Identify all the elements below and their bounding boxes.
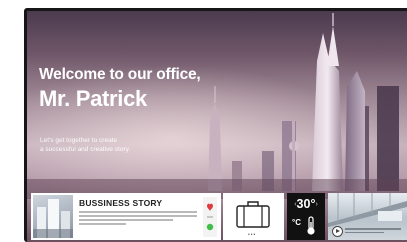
- welcome-headline: Welcome to our office, Mr. Patrick: [39, 66, 201, 112]
- weather-card[interactable]: ‹30°› °C: [287, 193, 325, 240]
- promo-video-card[interactable]: [328, 193, 407, 240]
- subtitle-line-2: a successful and creative story.: [40, 146, 131, 153]
- welcome-subtitle: Let's get together to create a successfu…: [40, 136, 130, 154]
- temperature-display: ‹30°›: [287, 197, 325, 211]
- welcome-greeting: Welcome to our office,: [39, 66, 201, 83]
- thermometer-icon: [307, 216, 315, 235]
- subtitle-line-1: Let's get together to create: [40, 137, 118, 144]
- story-thumbnail: [33, 195, 73, 238]
- play-icon[interactable]: [332, 226, 343, 237]
- widget-bar: BUSSINESS STORY ••• ‹30°› °C: [27, 191, 407, 242]
- temperature-unit: °C: [292, 218, 301, 227]
- promo-caption: [345, 228, 401, 235]
- story-status-indicators: [203, 197, 217, 237]
- guest-name: Mr. Patrick: [39, 86, 147, 111]
- temperature-value: 30°: [296, 197, 316, 211]
- story-description: [79, 211, 197, 227]
- signage-screen: Welcome to our office, Mr. Patrick Let's…: [27, 11, 407, 242]
- business-story-card[interactable]: BUSSINESS STORY: [31, 193, 221, 240]
- carousel-dots[interactable]: •••: [248, 232, 256, 238]
- weather-next-button[interactable]: ›: [315, 201, 317, 208]
- story-title: BUSSINESS STORY: [79, 198, 163, 208]
- luggage-card[interactable]: •••: [223, 193, 284, 240]
